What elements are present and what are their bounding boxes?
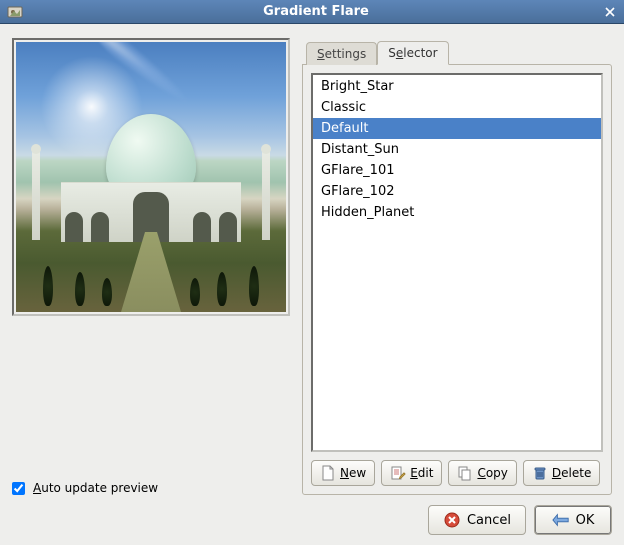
mnemonic-d: D bbox=[552, 466, 561, 480]
list-item[interactable]: GFlare_102 bbox=[313, 181, 601, 202]
list-item[interactable]: Bright_Star bbox=[313, 76, 601, 97]
copy-button[interactable]: Copy bbox=[448, 460, 516, 486]
mnemonic-n: N bbox=[340, 466, 349, 480]
ok-button[interactable]: OK bbox=[534, 505, 612, 535]
ok-icon bbox=[552, 511, 570, 529]
copy-icon bbox=[457, 465, 473, 481]
window-title: Gradient Flare bbox=[30, 4, 602, 19]
mnemonic-s: S bbox=[317, 47, 325, 61]
mnemonic-a: A bbox=[33, 481, 41, 495]
cancel-rest: ancel bbox=[476, 513, 511, 528]
dialog-button-row: Cancel OK bbox=[12, 505, 612, 535]
flare-list[interactable]: Bright_Star Classic Default Distant_Sun … bbox=[311, 73, 603, 452]
edit-icon bbox=[390, 465, 406, 481]
edit-button[interactable]: Edit bbox=[381, 460, 442, 486]
cancel-button[interactable]: Cancel bbox=[428, 505, 526, 535]
trash-icon bbox=[532, 465, 548, 481]
file-new-icon bbox=[320, 465, 336, 481]
tab-bar: Settings Selector bbox=[302, 38, 612, 64]
tab-settings-rest: ettings bbox=[325, 47, 367, 61]
tab-selector-rest: lector bbox=[403, 46, 437, 60]
delete-rest: elete bbox=[561, 466, 591, 480]
list-item[interactable]: GFlare_101 bbox=[313, 160, 601, 181]
flare-button-row: New Edit Copy bbox=[311, 460, 603, 486]
ok-rest: K bbox=[586, 513, 595, 528]
list-item[interactable]: Hidden_Planet bbox=[313, 202, 601, 223]
auto-update-label[interactable]: Auto update preview bbox=[33, 481, 158, 495]
delete-button[interactable]: Delete bbox=[523, 460, 600, 486]
titlebar: Gradient Flare bbox=[0, 0, 624, 24]
auto-update-checkbox[interactable] bbox=[12, 482, 25, 495]
tab-panel-selector: Bright_Star Classic Default Distant_Sun … bbox=[302, 64, 612, 495]
preview-image bbox=[16, 42, 286, 312]
new-rest: ew bbox=[349, 466, 366, 480]
mnemonic-e2: E bbox=[410, 466, 418, 480]
close-icon[interactable] bbox=[602, 4, 618, 20]
cancel-icon bbox=[443, 511, 461, 529]
list-item[interactable]: Default bbox=[313, 118, 601, 139]
new-button[interactable]: New bbox=[311, 460, 375, 486]
app-icon bbox=[6, 3, 24, 21]
preview-frame bbox=[12, 38, 290, 316]
list-item[interactable]: Distant_Sun bbox=[313, 139, 601, 160]
auto-update-row: Auto update preview bbox=[12, 481, 290, 495]
copy-rest: opy bbox=[486, 466, 508, 480]
dialog-body: Auto update preview Settings Selector Br… bbox=[0, 24, 624, 545]
list-item[interactable]: Classic bbox=[313, 97, 601, 118]
edit-rest: dit bbox=[418, 466, 434, 480]
auto-update-label-rest: uto update preview bbox=[41, 481, 158, 495]
mnemonic-c2: C bbox=[467, 513, 476, 528]
tab-selector[interactable]: Selector bbox=[377, 41, 448, 65]
tab-settings[interactable]: Settings bbox=[306, 42, 377, 65]
mnemonic-o: O bbox=[576, 513, 586, 528]
mnemonic-c: C bbox=[477, 466, 485, 480]
